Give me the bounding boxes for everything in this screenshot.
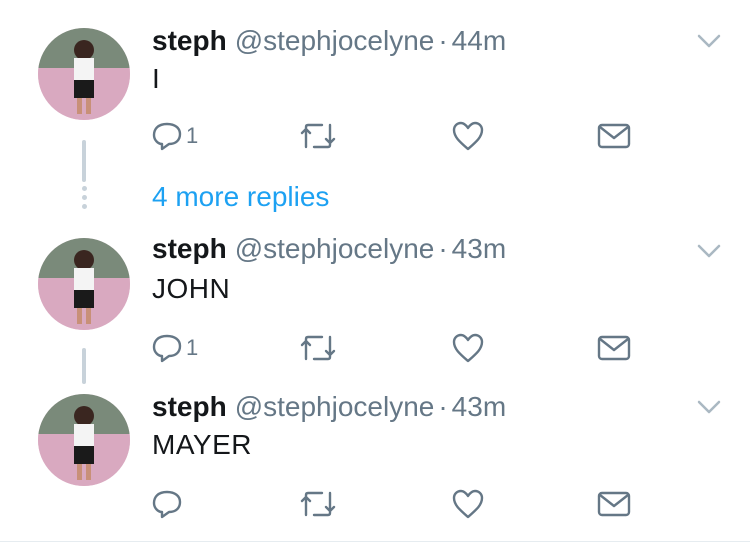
direct-message-button[interactable]	[596, 484, 632, 524]
timestamp[interactable]: 43m	[452, 233, 506, 264]
separator: ·	[438, 233, 448, 264]
tweet-text: MAYER	[152, 429, 252, 460]
retweet-button[interactable]	[298, 116, 338, 156]
direct-message-button[interactable]	[596, 116, 632, 156]
tweet-text: I	[152, 63, 161, 94]
display-name[interactable]: steph	[152, 233, 227, 264]
chevron-down-icon[interactable]	[696, 32, 722, 50]
timestamp[interactable]: 43m	[452, 391, 506, 422]
direct-message-button[interactable]	[596, 328, 632, 368]
reply-button[interactable]: 1	[150, 328, 198, 368]
like-button[interactable]	[450, 484, 486, 524]
reply-button[interactable]	[150, 484, 186, 524]
reply-button[interactable]: 1	[150, 116, 198, 156]
like-icon	[450, 331, 486, 365]
thread-line-top	[82, 140, 86, 182]
display-name[interactable]: steph	[152, 391, 227, 422]
retweet-icon	[298, 119, 338, 153]
display-name[interactable]: steph	[152, 25, 227, 56]
like-icon	[450, 119, 486, 153]
reply-icon	[150, 331, 184, 365]
direct-message-icon	[596, 119, 632, 153]
avatar[interactable]	[38, 238, 130, 330]
more-replies-link[interactable]: 4 more replies	[152, 180, 329, 214]
thread-dots	[81, 186, 87, 209]
like-button[interactable]	[450, 328, 486, 368]
handle[interactable]: @stephjocelyne	[235, 391, 435, 422]
tweet-actions	[150, 484, 650, 524]
direct-message-icon	[596, 331, 632, 365]
avatar[interactable]	[38, 28, 130, 120]
direct-message-icon	[596, 487, 632, 521]
tweet-actions: 1	[150, 328, 650, 368]
tweet-actions: 1	[150, 116, 650, 156]
handle[interactable]: @stephjocelyne	[235, 25, 435, 56]
reply-count: 1	[186, 123, 199, 148]
like-icon	[450, 487, 486, 521]
separator: ·	[438, 391, 448, 422]
separator: ·	[438, 25, 448, 56]
retweet-button[interactable]	[298, 484, 338, 524]
reply-icon	[150, 487, 184, 521]
chevron-down-icon[interactable]	[696, 242, 722, 260]
retweet-icon	[298, 487, 338, 521]
reply-icon	[150, 119, 184, 153]
like-button[interactable]	[450, 116, 486, 156]
retweet-icon	[298, 331, 338, 365]
timestamp[interactable]: 44m	[452, 25, 506, 56]
avatar[interactable]	[38, 394, 130, 486]
tweet-text: JOHN	[152, 273, 231, 304]
retweet-button[interactable]	[298, 328, 338, 368]
chevron-down-icon[interactable]	[696, 398, 722, 416]
thread-line-mid	[82, 348, 86, 384]
handle[interactable]: @stephjocelyne	[235, 233, 435, 264]
reply-count: 1	[186, 335, 199, 360]
divider	[0, 541, 750, 542]
